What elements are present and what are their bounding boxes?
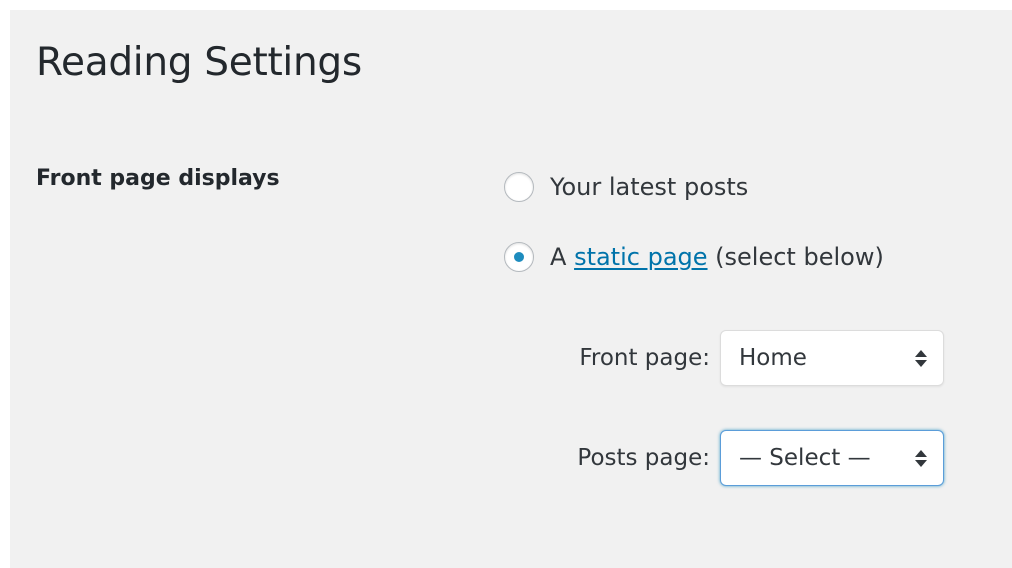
select-arrows-icon bbox=[915, 448, 927, 468]
radio-selected-dot bbox=[514, 252, 524, 262]
posts-page-select-label: Posts page: bbox=[577, 445, 710, 471]
select-arrows-icon bbox=[915, 348, 927, 368]
radio-latest-posts[interactable] bbox=[504, 172, 534, 202]
radio-option-latest-posts[interactable]: Your latest posts bbox=[504, 170, 748, 204]
posts-page-select[interactable]: — Select — bbox=[720, 430, 944, 486]
front-page-select-value[interactable]: Home bbox=[739, 345, 915, 371]
radio-latest-posts-label[interactable]: Your latest posts bbox=[550, 170, 748, 204]
front-page-select-row: Front page: Home bbox=[544, 330, 944, 386]
front-page-select[interactable]: Home bbox=[720, 330, 944, 386]
posts-page-select-row: Posts page: — Select — bbox=[544, 430, 944, 486]
front-page-displays-label: Front page displays bbox=[36, 166, 280, 191]
radio-option-static-page[interactable]: A static page (select below) bbox=[504, 240, 884, 274]
static-page-link[interactable]: static page bbox=[574, 240, 707, 274]
front-page-select-label: Front page: bbox=[579, 345, 710, 371]
radio-static-page-prefix[interactable]: A bbox=[550, 240, 566, 274]
radio-static-page-suffix[interactable]: (select below) bbox=[715, 240, 884, 274]
radio-static-page[interactable] bbox=[504, 242, 534, 272]
settings-panel: Reading Settings Front page displays You… bbox=[10, 10, 1012, 568]
posts-page-select-value[interactable]: — Select — bbox=[739, 445, 915, 471]
page-title: Reading Settings bbox=[36, 40, 362, 85]
